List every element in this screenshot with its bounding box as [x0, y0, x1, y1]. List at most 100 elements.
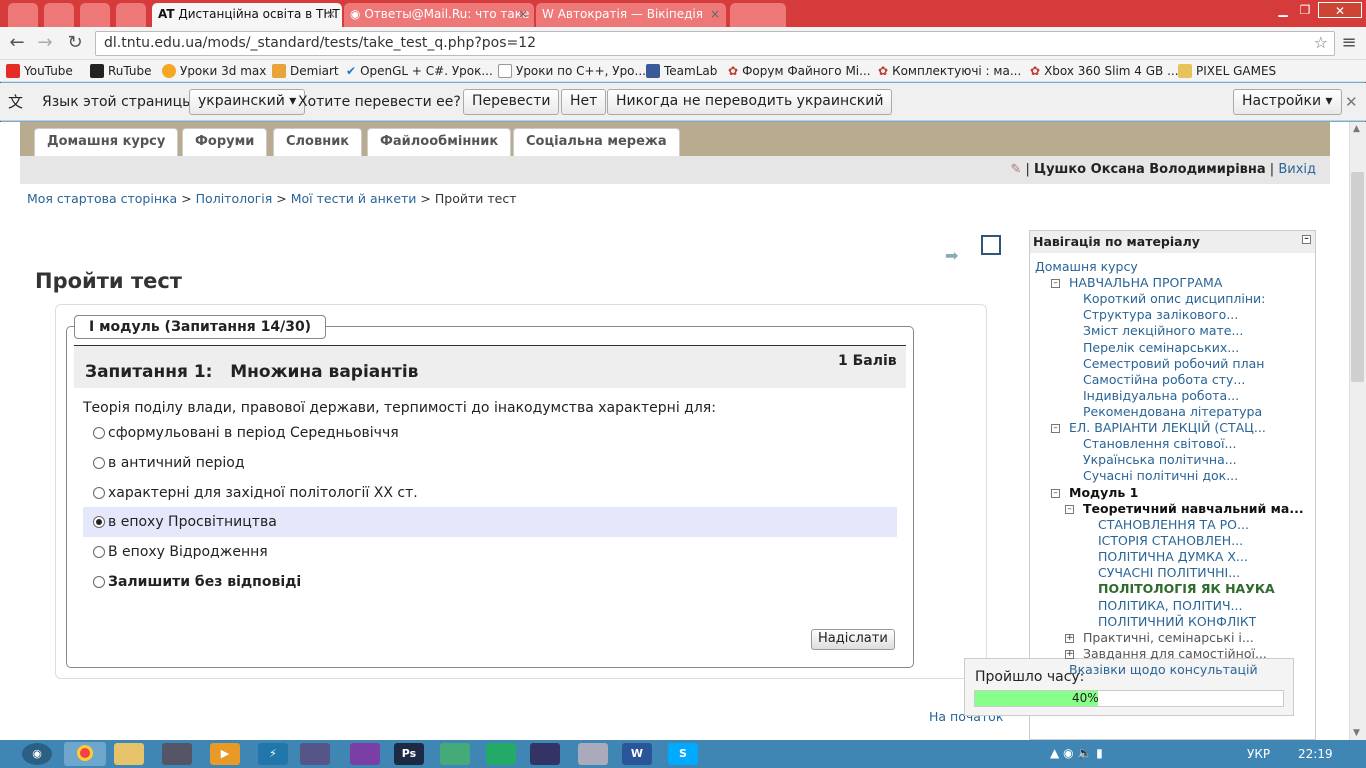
nav-item[interactable]: ПОЛІТИЧНИЙ КОНФЛІКТ [1098, 614, 1256, 630]
nav-item[interactable]: Українська політична... [1083, 452, 1237, 468]
nav-item[interactable]: Рекомендована література [1083, 404, 1262, 420]
clock[interactable]: 22:19 [1298, 747, 1333, 761]
tab-forums[interactable]: Форуми [182, 128, 268, 156]
app-icon[interactable]: ⚡ [258, 743, 288, 765]
collapse-icon[interactable]: – [1051, 424, 1060, 433]
reload-icon[interactable]: ↻ [64, 32, 86, 54]
nav-item[interactable]: ІСТОРІЯ СТАНОВЛЕН... [1098, 533, 1243, 549]
bookmark-folder-pixel-games[interactable]: PIXEL GAMES [1178, 62, 1276, 80]
radio-button[interactable] [93, 487, 105, 499]
collapse-icon[interactable]: – [1065, 504, 1074, 514]
nav-item[interactable]: ПОЛІТИЧНА ДУМКА Х... [1098, 549, 1248, 565]
tray-app-icon[interactable]: ◉ [1063, 746, 1073, 760]
bookmark-components[interactable]: ✿ Комплектуючі : ма... [878, 62, 1021, 80]
video-editor-icon[interactable] [162, 743, 192, 765]
translate-settings-button[interactable]: Настройки ▾ [1233, 89, 1342, 115]
star-icon[interactable]: ☆ [1314, 33, 1328, 52]
toggle-menu-icon[interactable] [981, 235, 1001, 255]
new-tab-button[interactable] [730, 3, 786, 27]
skype-icon[interactable]: S [668, 743, 698, 765]
nav-item[interactable]: Індивідуальна робота... [1083, 388, 1239, 404]
tab-home[interactable]: Домашня курсу [34, 128, 179, 156]
breadcrumb-course[interactable]: Політологія [196, 191, 273, 206]
nav-item[interactable]: НАВЧАЛЬНА ПРОГРАМА [1069, 275, 1222, 291]
bookmark-teamlab[interactable]: TeamLab [646, 62, 717, 80]
pinned-tab[interactable] [8, 3, 38, 27]
no-button[interactable]: Нет [561, 89, 607, 115]
address-bar[interactable]: dl.tntu.edu.ua/mods/_standard/tests/take… [95, 31, 1335, 56]
photoshop-icon[interactable]: Ps [394, 743, 424, 765]
answer-option[interactable]: характерні для західної політології XX с… [83, 478, 897, 508]
collapse-icon[interactable]: – [1051, 488, 1060, 498]
nav-item[interactable]: ПОЛІТОЛОГІЯ ЯК НАУКА [1098, 581, 1275, 597]
volume-icon[interactable]: 🔈 [1077, 746, 1092, 760]
nav-item[interactable]: Зміст лекційного мате... [1083, 323, 1243, 339]
bookmark-forum[interactable]: ✿ Форум Файного Мі... [728, 62, 871, 80]
scroll-up-icon[interactable]: ▲ [1353, 124, 1360, 134]
nav-item[interactable]: Самостійна робота сту... [1083, 372, 1245, 388]
answer-option[interactable]: Залишити без відповіді [83, 567, 897, 597]
tab-file-exchange[interactable]: Файлообмінник [367, 128, 512, 156]
radio-button[interactable] [93, 546, 105, 558]
radio-button[interactable] [93, 576, 105, 588]
bookmark-3dmax[interactable]: Уроки 3d max [162, 62, 266, 80]
nav-item[interactable]: Завдання для самостійної... [1083, 646, 1267, 662]
radio-button[interactable] [93, 427, 105, 439]
close-tab-icon[interactable]: × [326, 7, 336, 21]
word-icon[interactable]: W [622, 743, 652, 765]
tab-social-network[interactable]: Соціальна мережа [513, 128, 680, 156]
back-icon[interactable]: ← [6, 32, 28, 54]
radio-button[interactable] [93, 457, 105, 469]
close-tab-icon[interactable]: × [710, 7, 720, 21]
nav-item[interactable]: ПОЛІТИКА, ПОЛІТИЧ... [1098, 598, 1242, 614]
nav-item[interactable]: Короткий опис дисципліни: [1083, 291, 1265, 307]
bookmark-youtube[interactable]: YouTube [6, 62, 73, 80]
window-close-icon[interactable]: ✕ [1318, 2, 1362, 18]
minimize-icon[interactable]: ▁ [1272, 2, 1294, 18]
logout-link[interactable]: Вихід [1278, 162, 1316, 177]
translate-button[interactable]: Перевести [463, 89, 560, 115]
bookmark-demiart[interactable]: Demiart [272, 62, 339, 80]
scroll-down-icon[interactable]: ▼ [1353, 728, 1360, 738]
breadcrumb-tests[interactable]: Мої тести й анкети [291, 191, 417, 206]
network-icon[interactable] [486, 743, 516, 765]
forward-icon[interactable]: → [34, 32, 56, 54]
app-icon[interactable] [530, 743, 560, 765]
bookmark-xbox[interactable]: ✿ Xbox 360 Slim 4 GB ... [1030, 62, 1179, 80]
nav-item[interactable]: Перелік семінарських... [1083, 340, 1239, 356]
nav-item[interactable]: Семестровий робочий план [1083, 356, 1264, 372]
tray-arrow-icon[interactable]: ▲ [1050, 746, 1059, 760]
expand-icon[interactable]: + [1065, 633, 1074, 643]
bookmark-cpp[interactable]: Уроки по C++, Уро... [498, 62, 646, 80]
nav-item[interactable]: ЕЛ. ВАРІАНТИ ЛЕКЦІЙ (СТАЦ... [1069, 420, 1266, 436]
nav-item[interactable]: СУЧАСНІ ПОЛІТИЧНІ... [1098, 565, 1240, 581]
menu-icon[interactable]: ≡ [1338, 32, 1360, 54]
tab-wikipedia[interactable]: W Автократія — Вікіпедія × [536, 3, 726, 27]
chrome-taskbar-icon[interactable] [64, 742, 106, 766]
nav-item[interactable]: Сучасні політичні док... [1083, 468, 1238, 484]
nav-item[interactable]: Вказівки щодо консультацій [1069, 662, 1258, 678]
app-icon[interactable] [440, 743, 470, 765]
collapse-icon[interactable]: – [1051, 279, 1060, 289]
scrollbar-thumb[interactable] [1351, 172, 1364, 382]
visual-studio-icon[interactable] [350, 743, 380, 765]
close-translate-icon[interactable]: ✕ [1345, 93, 1358, 111]
radio-button[interactable] [93, 516, 105, 528]
language-indicator[interactable]: УКР [1247, 747, 1270, 761]
tab-glossary[interactable]: Словник [273, 128, 363, 156]
never-translate-button[interactable]: Никогда не переводить украинский [607, 89, 893, 115]
collapse-icon[interactable]: – [1302, 235, 1311, 244]
answer-option[interactable]: в античний період [83, 448, 897, 478]
expand-icon[interactable]: + [1065, 649, 1074, 659]
next-arrow-icon[interactable]: ➡ [945, 246, 958, 265]
nav-item[interactable]: Практичні, семінарські і... [1083, 630, 1254, 646]
media-player-icon[interactable]: ▶ [210, 743, 240, 765]
start-button[interactable]: ◉ [22, 743, 52, 765]
submit-button[interactable]: Надіслати [811, 629, 895, 650]
language-select[interactable]: украинский ▾ [189, 89, 306, 115]
nav-item[interactable]: СТАНОВЛЕННЯ ТА РО... [1098, 517, 1249, 533]
network-signal-icon[interactable]: ▮ [1096, 746, 1103, 760]
breadcrumb-start-page[interactable]: Моя стартова сторінка [27, 191, 177, 206]
close-tab-icon[interactable]: × [518, 7, 528, 21]
answer-option[interactable]: сформульовані в період Середньовіччя [83, 418, 897, 448]
